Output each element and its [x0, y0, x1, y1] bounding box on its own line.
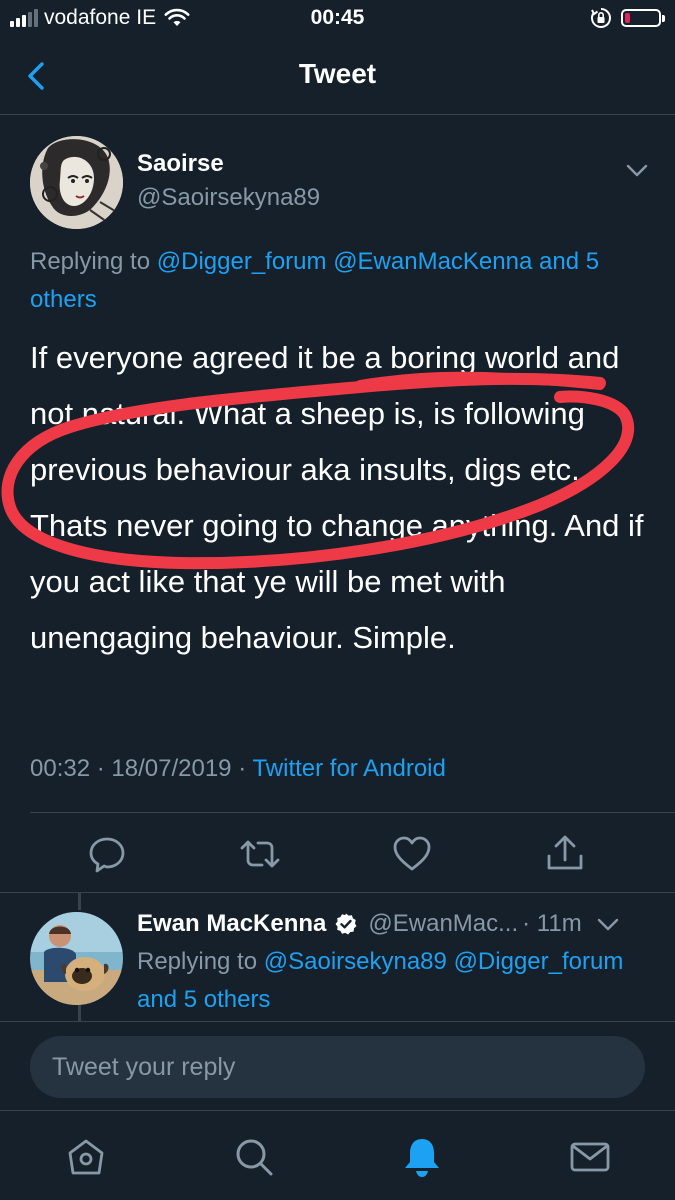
reply-author-handle[interactable]: @EwanMac... — [368, 910, 518, 938]
divider — [30, 812, 675, 813]
author-avatar[interactable] — [30, 136, 123, 229]
tweet-source-link[interactable]: Twitter for Android — [252, 755, 445, 782]
others-link[interactable]: and 5 others — [137, 986, 270, 1013]
mention-link[interactable]: @Saoirsekyna89 — [264, 948, 447, 975]
mention-link[interactable]: @Digger_forum — [157, 248, 327, 275]
tweet-meta: 00:32 · 18/07/2019 · Twitter for Android — [30, 755, 446, 782]
thread-line — [78, 892, 81, 910]
retweet-icon[interactable] — [238, 832, 282, 876]
author-name[interactable]: Saoirse — [137, 150, 224, 178]
mention-link[interactable]: @EwanMacKenna — [333, 248, 532, 275]
replying-prefix: Replying to — [30, 248, 151, 275]
replying-prefix: Replying to — [137, 948, 258, 975]
reply-composer[interactable]: Tweet your reply — [30, 1036, 645, 1098]
divider — [0, 892, 675, 893]
tweet-text: If everyone agreed it be a boring world … — [30, 340, 644, 655]
mention-link[interactable]: @Digger_forum — [454, 948, 624, 975]
page-title: Tweet — [298, 58, 377, 89]
chevron-down-icon[interactable] — [596, 914, 620, 934]
tweet-date: 18/07/2019 — [111, 755, 232, 782]
verified-badge-icon — [335, 913, 357, 935]
reply-author-name[interactable]: Ewan MacKenna — [137, 910, 326, 938]
search-icon[interactable] — [232, 1135, 276, 1179]
chevron-down-icon[interactable] — [625, 160, 649, 180]
status-right-icons — [589, 6, 665, 30]
status-time: 00:45 — [310, 6, 365, 29]
reply-comment-icon[interactable] — [85, 832, 129, 876]
notifications-icon[interactable] — [400, 1135, 444, 1179]
replying-to-line: Replying to @Digger_forum @EwanMacKenna … — [30, 243, 650, 319]
nav-bar: Tweet — [0, 38, 675, 115]
reply-replying-to-line: Replying to @Saoirsekyna89 @Digger_forum… — [137, 943, 637, 1019]
orientation-lock-icon — [591, 8, 611, 28]
home-icon[interactable] — [64, 1135, 108, 1179]
heart-icon[interactable] — [390, 832, 434, 876]
tweet-detail-screen: vodafone IE 00:45 Tweet Saoirse @Saoirse… — [0, 0, 675, 1200]
author-handle[interactable]: @Saoirsekyna89 — [137, 184, 320, 212]
divider — [0, 1021, 675, 1022]
tab-bar — [0, 1110, 675, 1200]
tweet-time: 00:32 — [30, 755, 91, 782]
reply-age: · 11m — [522, 910, 582, 937]
reply-author-row: Ewan MacKenna @EwanMac... · 11m — [137, 910, 620, 938]
reply-author-avatar[interactable] — [30, 912, 123, 1005]
share-icon[interactable] — [543, 832, 587, 876]
status-bar: vodafone IE 00:45 — [0, 0, 675, 38]
battery-icon — [621, 9, 665, 27]
messages-icon[interactable] — [568, 1135, 612, 1179]
thread-line — [78, 1005, 81, 1021]
reply-input-placeholder[interactable]: Tweet your reply — [52, 1053, 235, 1082]
